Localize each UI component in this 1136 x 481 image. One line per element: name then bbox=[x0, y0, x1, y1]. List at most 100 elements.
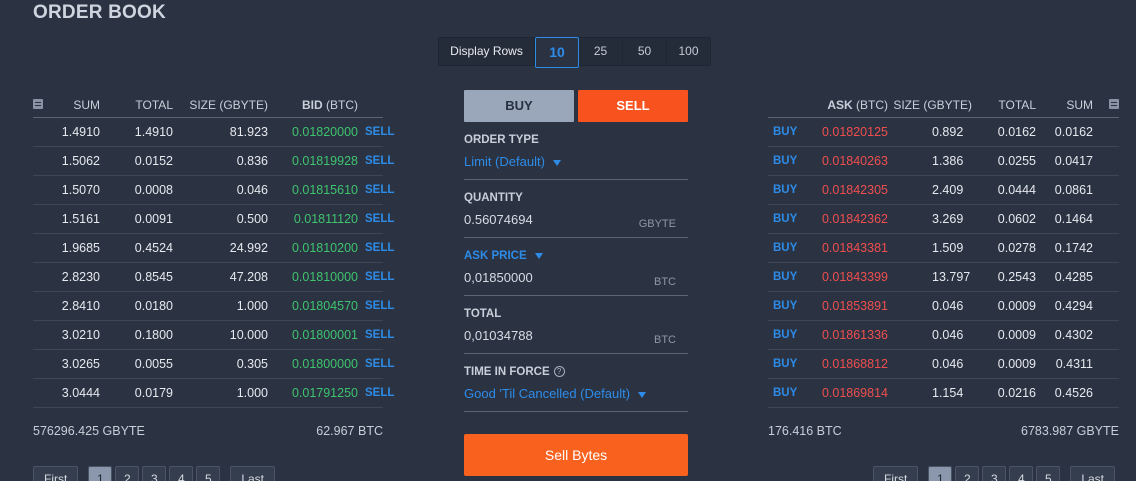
ask-row[interactable]: BUY 0.01840263 1.386 0.0255 0.0417 bbox=[768, 147, 1119, 176]
buy-action-link[interactable]: BUY bbox=[768, 155, 812, 167]
buy-action-link[interactable]: BUY bbox=[768, 300, 812, 312]
pagination-page-2[interactable]: 2 bbox=[115, 466, 140, 481]
ask-price[interactable]: 0.01820125 bbox=[812, 125, 888, 139]
ask-row[interactable]: BUY 0.01861336 0.046 0.0009 0.4302 bbox=[768, 321, 1119, 350]
bid-row[interactable]: 3.0444 0.0179 1.000 0.01791250 SELL bbox=[33, 379, 394, 408]
pagination-last[interactable]: Last bbox=[1070, 466, 1116, 481]
pagination-page-3[interactable]: 3 bbox=[142, 466, 167, 481]
buy-action-link[interactable]: BUY bbox=[768, 271, 812, 283]
sell-bytes-button[interactable]: Sell Bytes bbox=[464, 434, 688, 476]
quantity-field[interactable]: QUANTITY 0.56074694 GBYTE bbox=[464, 180, 688, 238]
buy-action-link[interactable]: BUY bbox=[768, 358, 812, 370]
bid-price[interactable]: 0.01819928 bbox=[268, 154, 358, 168]
bid-price[interactable]: 0.01810200 bbox=[268, 241, 358, 255]
ask-row[interactable]: BUY 0.01843381 1.509 0.0278 0.1742 bbox=[768, 234, 1119, 263]
bid-row[interactable]: 2.8230 0.8545 47.208 0.01810000 SELL bbox=[33, 263, 394, 292]
bid-row[interactable]: 1.5070 0.0008 0.046 0.01815610 SELL bbox=[33, 176, 394, 205]
ask-price[interactable]: 0.01868812 bbox=[812, 357, 888, 371]
ask-price[interactable]: 0.01842305 bbox=[812, 183, 888, 197]
buy-tab[interactable]: BUY bbox=[464, 90, 574, 122]
bid-price[interactable]: 0.01791250 bbox=[268, 386, 358, 400]
sell-action-link[interactable]: SELL bbox=[358, 300, 394, 312]
pagination-page-4[interactable]: 4 bbox=[1009, 466, 1034, 481]
display-rows-option-25[interactable]: 25 bbox=[579, 38, 623, 65]
bid-price[interactable]: 0.01804570 bbox=[268, 299, 358, 313]
bid-price[interactable]: 0.01800001 bbox=[268, 328, 358, 342]
ask-row[interactable]: BUY 0.01842362 3.269 0.0602 0.1464 bbox=[768, 205, 1119, 234]
bid-price[interactable]: 0.01815610 bbox=[268, 183, 358, 197]
quantity-label: QUANTITY bbox=[464, 192, 523, 204]
sell-action-link[interactable]: SELL bbox=[358, 387, 394, 399]
asks-header-sum: SUM bbox=[1066, 97, 1093, 112]
total-field[interactable]: TOTAL 0,01034788 BTC bbox=[464, 296, 688, 354]
ask-price[interactable]: 0.01853891 bbox=[812, 299, 888, 313]
bid-row[interactable]: 1.5062 0.0152 0.836 0.01819928 SELL bbox=[33, 147, 394, 176]
ask-row[interactable]: BUY 0.01820125 0.892 0.0162 0.0162 bbox=[768, 118, 1119, 147]
pagination-first[interactable]: First bbox=[33, 466, 79, 481]
order-type-dropdown[interactable]: Limit (Default) bbox=[464, 154, 688, 169]
bid-row[interactable]: 3.0265 0.0055 0.305 0.01800000 SELL bbox=[33, 350, 394, 379]
ask-price[interactable]: 0.01840263 bbox=[812, 154, 888, 168]
pagination-page-1[interactable]: 1 bbox=[88, 466, 113, 481]
ask-price-field[interactable]: ASK PRICE 0,01850000 BTC bbox=[464, 238, 688, 296]
sell-action-link[interactable]: SELL bbox=[358, 213, 394, 225]
bid-row[interactable]: 1.4910 1.4910 81.923 0.01820000 SELL bbox=[33, 118, 394, 147]
sell-action-link[interactable]: SELL bbox=[358, 271, 394, 283]
sell-action-link[interactable]: SELL bbox=[358, 358, 394, 370]
time-in-force-label-row: TIME IN FORCE? bbox=[464, 366, 688, 378]
display-rows-option-100[interactable]: 100 bbox=[667, 38, 710, 65]
pagination-page-5[interactable]: 5 bbox=[196, 466, 221, 481]
ask-price[interactable]: 0.01842362 bbox=[812, 212, 888, 226]
bid-sum: 1.4910 bbox=[61, 125, 100, 139]
buy-action-link[interactable]: BUY bbox=[768, 387, 812, 399]
pagination-page-2[interactable]: 2 bbox=[955, 466, 980, 481]
sell-action-link[interactable]: SELL bbox=[358, 329, 394, 341]
asks-column-menu[interactable] bbox=[1093, 98, 1119, 112]
display-rows-option-50[interactable]: 50 bbox=[623, 38, 667, 65]
order-type-field[interactable]: ORDER TYPE Limit (Default) bbox=[464, 122, 688, 180]
ask-price[interactable]: 0.01861336 bbox=[812, 328, 888, 342]
pagination-first[interactable]: First bbox=[873, 466, 919, 481]
buy-action-link[interactable]: BUY bbox=[768, 242, 812, 254]
bid-row[interactable]: 3.0210 0.1800 10.000 0.01800001 SELL bbox=[33, 321, 394, 350]
bids-column-menu[interactable] bbox=[33, 98, 51, 112]
ask-price-dropdown[interactable]: ASK PRICE bbox=[464, 250, 688, 262]
bid-row[interactable]: 1.9685 0.4524 24.992 0.01810200 SELL bbox=[33, 234, 394, 263]
bid-sum: 1.5070 bbox=[61, 183, 100, 197]
question-circle-icon[interactable]: ? bbox=[553, 366, 565, 378]
bid-price[interactable]: 0.01810000 bbox=[268, 270, 358, 284]
ask-price[interactable]: 0.01843381 bbox=[812, 241, 888, 255]
sell-action-link[interactable]: SELL bbox=[358, 184, 394, 196]
ask-row[interactable]: BUY 0.01843399 13.797 0.2543 0.4285 bbox=[768, 263, 1119, 292]
ask-row[interactable]: BUY 0.01842305 2.409 0.0444 0.0861 bbox=[768, 176, 1119, 205]
bid-row[interactable]: 2.8410 0.0180 1.000 0.01804570 SELL bbox=[33, 292, 394, 321]
ask-price[interactable]: 0.01869814 bbox=[812, 386, 888, 400]
buy-action-link[interactable]: BUY bbox=[768, 329, 812, 341]
bid-row[interactable]: 1.5161 0.0091 0.500 0.01811120 SELL bbox=[33, 205, 394, 234]
buy-action-link[interactable]: BUY bbox=[768, 184, 812, 196]
time-in-force-field[interactable]: TIME IN FORCE? Good 'Til Cancelled (Defa… bbox=[464, 354, 688, 412]
buy-action-link[interactable]: BUY bbox=[768, 126, 812, 138]
sell-action-link[interactable]: SELL bbox=[358, 242, 394, 254]
sell-tab[interactable]: SELL bbox=[578, 90, 688, 122]
bid-total: 0.0180 bbox=[134, 299, 173, 313]
pagination-page-4[interactable]: 4 bbox=[169, 466, 194, 481]
buy-action-link[interactable]: BUY bbox=[768, 213, 812, 225]
bid-price[interactable]: 0.01811120 bbox=[268, 212, 358, 226]
ask-row[interactable]: BUY 0.01868812 0.046 0.0009 0.4311 bbox=[768, 350, 1119, 379]
time-in-force-dropdown[interactable]: Good 'Til Cancelled (Default) bbox=[464, 386, 688, 401]
display-rows-option-10[interactable]: 10 bbox=[535, 37, 579, 68]
bid-price[interactable]: 0.01800000 bbox=[268, 357, 358, 371]
sell-action-link[interactable]: SELL bbox=[358, 155, 394, 167]
pagination-page-3[interactable]: 3 bbox=[982, 466, 1007, 481]
pagination-page-1[interactable]: 1 bbox=[928, 466, 953, 481]
ask-row[interactable]: BUY 0.01869814 1.154 0.0216 0.4526 bbox=[768, 379, 1119, 408]
sell-action-link[interactable]: SELL bbox=[358, 126, 394, 138]
ask-price[interactable]: 0.01843399 bbox=[812, 270, 888, 284]
bid-size: 1.000 bbox=[236, 386, 268, 400]
bid-price[interactable]: 0.01820000 bbox=[268, 125, 358, 139]
pagination-last[interactable]: Last bbox=[230, 466, 276, 481]
ask-size: 1.386 bbox=[932, 154, 964, 168]
pagination-page-5[interactable]: 5 bbox=[1036, 466, 1061, 481]
ask-row[interactable]: BUY 0.01853891 0.046 0.0009 0.4294 bbox=[768, 292, 1119, 321]
